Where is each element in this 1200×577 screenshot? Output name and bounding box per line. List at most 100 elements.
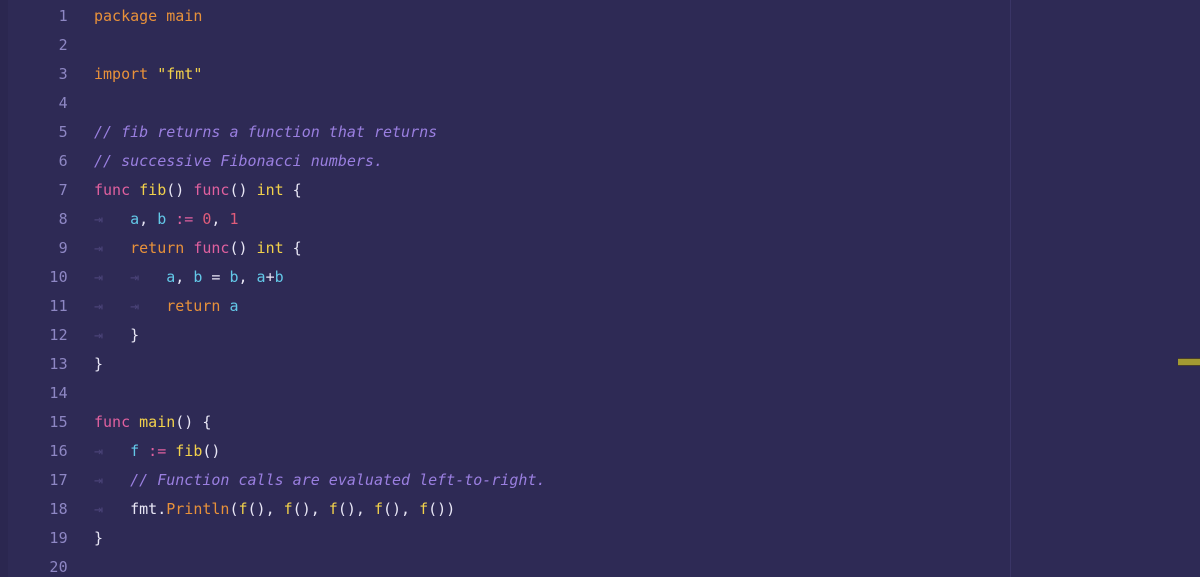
line-content[interactable]: ⇥ ⇥ return a	[68, 292, 1010, 321]
line-number: 10	[49, 268, 68, 286]
line-content[interactable]: ⇥ a, b := 0, 1	[68, 205, 1010, 234]
line-number: 6	[58, 152, 68, 170]
line-number: 11	[49, 297, 68, 315]
code-line[interactable]: 18 ⇥ fmt.Println(f(), f(), f(), f(), f())	[0, 495, 1010, 524]
line-number: 9	[58, 239, 68, 257]
code-line[interactable]: 16 ⇥ f := fib()	[0, 437, 1010, 466]
code-token-ident: int	[256, 239, 284, 257]
line-number: 20	[49, 558, 68, 576]
code-token-var: f	[130, 442, 140, 460]
code-line[interactable]: 6 // successive Fibonacci numbers.	[0, 147, 1010, 176]
code-token-plain: {	[283, 181, 302, 199]
line-content[interactable]: ⇥ ⇥ a, b = b, a+b	[68, 263, 1010, 292]
line-number: 13	[49, 355, 68, 373]
code-line[interactable]: 5 // fib returns a function that returns	[0, 118, 1010, 147]
line-content[interactable]: // fib returns a function that returns	[68, 118, 1010, 147]
line-number: 7	[58, 181, 68, 199]
code-token-plain: ()	[229, 239, 257, 257]
code-token-var: a	[166, 268, 176, 286]
code-token-ident: main	[139, 413, 176, 431]
code-line[interactable]: 11 ⇥ ⇥ return a	[0, 292, 1010, 321]
line-content[interactable]: // successive Fibonacci numbers.	[68, 147, 1010, 176]
code-token-var: b	[157, 210, 167, 228]
code-line[interactable]: 15 func main() {	[0, 408, 1010, 437]
line-number: 2	[58, 36, 68, 54]
code-line[interactable]: 17 ⇥ // Function calls are evaluated left…	[0, 466, 1010, 495]
indent-guide-icon: ⇥	[94, 471, 104, 489]
code-token-kw: package	[94, 7, 158, 25]
line-content[interactable]: func main() {	[68, 408, 1010, 437]
line-content[interactable]: ⇥ // Function calls are evaluated left-t…	[68, 466, 1010, 495]
code-token-plain: ,	[139, 210, 158, 228]
line-number: 15	[49, 413, 68, 431]
code-token-plain: () {	[175, 413, 212, 431]
code-token-ident: fib	[139, 181, 167, 199]
indent-guide-icon: ⇥	[130, 268, 140, 286]
code-token-plain: ()	[229, 181, 257, 199]
line-number: 12	[49, 326, 68, 344]
line-content[interactable]: ⇥ fmt.Println(f(), f(), f(), f(), f())	[68, 495, 1010, 524]
code-token-plain: .	[157, 500, 167, 518]
code-line[interactable]: 12 ⇥ }	[0, 321, 1010, 350]
code-token-op: :=	[175, 210, 194, 228]
scrollbar-annotation-marker[interactable]	[1178, 358, 1200, 366]
code-line[interactable]: 9 ⇥ return func() int {	[0, 234, 1010, 263]
line-content[interactable]: ⇥ }	[68, 321, 1010, 350]
code-line[interactable]: 3 import "fmt"	[0, 60, 1010, 89]
pane-divider	[1010, 0, 1011, 577]
code-token-plain: }	[94, 355, 104, 373]
code-line[interactable]: 2	[0, 31, 1010, 60]
line-number: 19	[49, 529, 68, 547]
code-line[interactable]: 8 ⇥ a, b := 0, 1	[0, 205, 1010, 234]
line-content[interactable]: import "fmt"	[68, 60, 1010, 89]
code-token-plain: +	[265, 268, 275, 286]
code-token-var: b	[193, 268, 203, 286]
indent-guide-icon: ⇥	[94, 326, 104, 344]
indent-guide-icon: ⇥	[94, 500, 104, 518]
code-token-num: 1	[229, 210, 239, 228]
line-content[interactable]: }	[68, 350, 1010, 379]
code-editor-pane[interactable]: 1 package main 2 3 import "fmt" 4 5// fib retu…	[0, 0, 1010, 577]
line-content[interactable]: ⇥ f := fib()	[68, 437, 1010, 466]
line-number: 3	[58, 65, 68, 83]
line-content[interactable]: }	[68, 524, 1010, 553]
code-token-var: a	[256, 268, 266, 286]
indent-guide-icon: ⇥	[94, 210, 104, 228]
line-content[interactable]: func fib() func() int {	[68, 176, 1010, 205]
line-number: 1	[58, 7, 68, 25]
line-number: 16	[49, 442, 68, 460]
code-line[interactable]: 13}	[0, 350, 1010, 379]
code-token-plain: =	[202, 268, 230, 286]
line-number: 5	[58, 123, 68, 141]
indent-guide-icon: ⇥	[94, 268, 104, 286]
code-line[interactable]: 19}	[0, 524, 1010, 553]
code-token-plain: (),	[382, 500, 420, 518]
code-line[interactable]: 14	[0, 379, 1010, 408]
code-token-ident: int	[256, 181, 284, 199]
code-token-plain: (),	[292, 500, 329, 518]
code-token-plain: }	[130, 326, 140, 344]
line-content[interactable]: ⇥ return func() int {	[68, 234, 1010, 263]
line-content[interactable]: package main	[68, 2, 1010, 31]
code-token-ident: fib	[175, 442, 203, 460]
code-line[interactable]: 7 func fib() func() int {	[0, 176, 1010, 205]
code-token-ident: f	[328, 500, 338, 518]
code-line[interactable]: 10 ⇥ ⇥ a, b = b, a+b	[0, 263, 1010, 292]
code-line[interactable]: 1 package main	[0, 2, 1010, 31]
code-line[interactable]: 4	[0, 89, 1010, 118]
indent-guide-icon: ⇥	[94, 297, 104, 315]
code-editor-window: 1 package main 2 3 import "fmt" 4 5// fib retu…	[0, 0, 1200, 577]
code-line[interactable]: 20	[0, 553, 1010, 577]
code-token-plain: ,	[238, 268, 257, 286]
